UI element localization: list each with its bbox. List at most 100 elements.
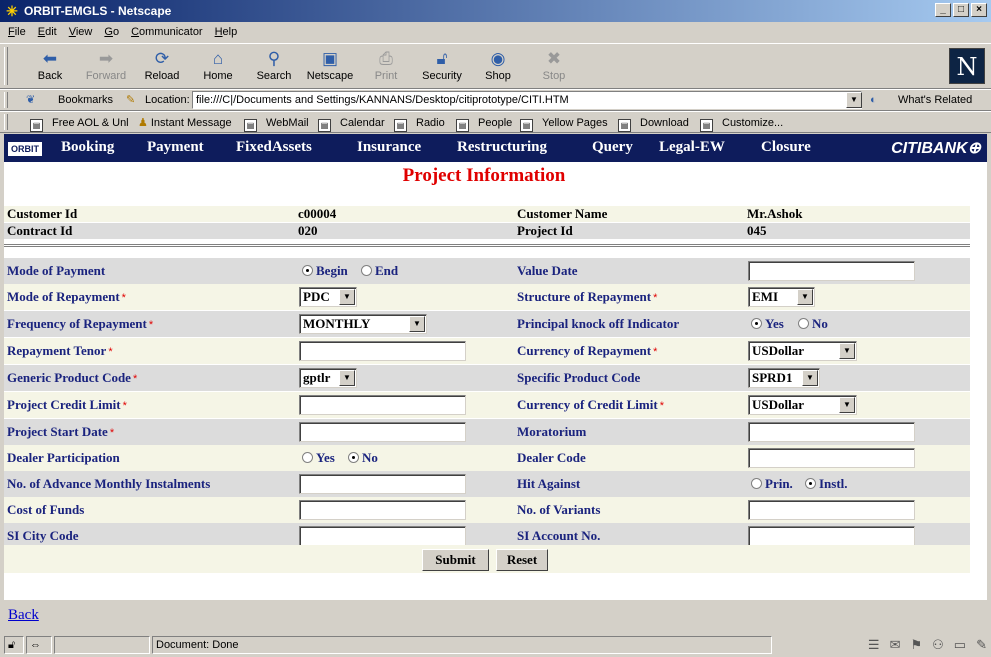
home-button[interactable]: ⌂ Home xyxy=(192,48,244,88)
back-button[interactable]: ⬅ Back xyxy=(24,48,76,88)
status-bar: 🔓︎ ⇔ Document: Done ☰ ✉ ⚑ ⚇ ▭ ✎ xyxy=(0,633,991,657)
app-navbar: ORBIT Booking Payment FixedAssets Insura… xyxy=(4,134,987,162)
mode-of-payment-begin-radio[interactable]: Begin xyxy=(302,263,348,279)
composer-edit-icon[interactable]: ✎ xyxy=(976,637,987,653)
toolbar-grip[interactable] xyxy=(4,47,8,85)
value-date-input[interactable] xyxy=(748,261,915,281)
toolbar-grip[interactable] xyxy=(4,92,8,108)
component-bar: ☰ ✉ ⚑ ⚇ ▭ ✎ xyxy=(868,637,987,653)
bookmark-customize[interactable]: ▤ Customize... xyxy=(700,115,783,132)
nav-legal-ew[interactable]: Legal-EW xyxy=(659,138,725,156)
stop-button[interactable]: ✖ Stop xyxy=(528,48,580,88)
netscape-logo[interactable]: N xyxy=(949,48,985,84)
label-text: Project Start Date xyxy=(7,424,108,439)
currency-of-credit-limit-label: Currency of Credit Limit * xyxy=(517,397,664,414)
newsgroups-icon[interactable]: ⚑ xyxy=(910,637,922,653)
bookmark-instant-message[interactable]: ♟ Instant Message xyxy=(138,115,232,131)
orbit-logo: ORBIT xyxy=(8,142,42,156)
bookmarks-button[interactable]: Bookmarks xyxy=(58,92,113,108)
dealer-participation-yes-radio[interactable]: Yes xyxy=(302,450,335,466)
principal-knock-off-no-radio[interactable]: No xyxy=(798,316,828,332)
frequency-of-repayment-select[interactable]: MONTHLY ▼ xyxy=(299,314,427,334)
url-field[interactable]: file:///C|/Documents and Settings/KANNAN… xyxy=(192,91,862,109)
no-of-variants-input[interactable] xyxy=(748,500,915,520)
currency-of-repayment-select[interactable]: USDollar ▼ xyxy=(748,341,857,361)
toolbar-grip[interactable] xyxy=(4,114,8,130)
mail-icon[interactable]: ✉ xyxy=(890,637,901,653)
button-row: Submit Reset xyxy=(4,545,970,573)
forward-button[interactable]: ➡ Forward xyxy=(80,48,132,88)
si-city-code-input[interactable] xyxy=(299,526,466,546)
principal-knock-off-yes-radio[interactable]: Yes xyxy=(751,316,784,332)
advance-instalments-input[interactable] xyxy=(299,474,466,494)
maximize-button[interactable]: □ xyxy=(953,3,969,17)
print-button[interactable]: ⎙ Print xyxy=(360,48,412,88)
menu-communicator[interactable]: Communicator xyxy=(131,26,203,38)
nav-closure[interactable]: Closure xyxy=(761,138,811,156)
dealer-participation-no-radio[interactable]: No xyxy=(348,450,378,466)
back-link[interactable]: Back xyxy=(8,607,39,624)
project-start-date-input[interactable] xyxy=(299,422,466,442)
url-dropdown-arrow[interactable]: ▼ xyxy=(846,92,862,108)
netscape-button[interactable]: ▣ Netscape xyxy=(304,48,356,88)
close-button[interactable]: × xyxy=(971,3,987,17)
print-icon: ⎙ xyxy=(379,49,393,68)
radio-checked-icon xyxy=(348,452,359,463)
specific-product-code-select[interactable]: SPRD1 ▼ xyxy=(748,368,820,388)
home-icon: ⌂ xyxy=(212,49,224,68)
shop-button[interactable]: ◉ Shop xyxy=(472,48,524,88)
repayment-tenor-input[interactable] xyxy=(299,341,466,361)
location-pin-icon: ✎ xyxy=(126,94,136,106)
bookmark-webmail[interactable]: ▤ WebMail xyxy=(244,115,309,132)
hit-against-label: Hit Against xyxy=(517,476,581,491)
menu-file[interactable]: File xyxy=(8,26,26,38)
address-book-icon[interactable]: ⚇ xyxy=(932,637,944,653)
select-value: EMI xyxy=(752,289,778,304)
netscape-my-icon: ▣ xyxy=(321,49,339,68)
cost-of-funds-input[interactable] xyxy=(299,500,466,520)
si-account-no-input[interactable] xyxy=(748,526,915,546)
structure-of-repayment-select[interactable]: EMI ▼ xyxy=(748,287,815,307)
nav-insurance[interactable]: Insurance xyxy=(357,138,421,156)
nav-query[interactable]: Query xyxy=(592,138,633,156)
nav-restructuring[interactable]: Restructuring xyxy=(457,138,547,156)
reload-button[interactable]: ⟳ Reload xyxy=(136,48,188,88)
nav-payment[interactable]: Payment xyxy=(147,138,204,156)
reset-button[interactable]: Reset xyxy=(496,549,548,571)
moratorium-input[interactable] xyxy=(748,422,915,442)
mode-of-payment-end-radio[interactable]: End xyxy=(361,263,398,279)
search-button[interactable]: ⚲ Search xyxy=(248,48,300,88)
menu-view[interactable]: View xyxy=(69,26,93,38)
bookmark-calendar[interactable]: ▤ Calendar xyxy=(318,115,385,132)
radio-label: Yes xyxy=(765,316,784,331)
currency-of-credit-limit-select[interactable]: USDollar ▼ xyxy=(748,395,857,415)
bookmark-download[interactable]: ▤ Download xyxy=(618,115,689,132)
dealer-code-input[interactable] xyxy=(748,448,915,468)
navigator-icon[interactable]: ☰ xyxy=(868,637,880,653)
menu-help[interactable]: Help xyxy=(215,26,238,38)
menu-edit[interactable]: Edit xyxy=(38,26,57,38)
whats-related-button[interactable]: What's Related xyxy=(898,92,972,108)
hit-against-prin-radio[interactable]: Prin. xyxy=(751,476,793,492)
generic-product-code-select[interactable]: gptlr ▼ xyxy=(299,368,357,388)
security-lock-icon[interactable]: 🔓︎ xyxy=(4,636,24,654)
page-title: Project Information xyxy=(402,165,566,186)
bookmark-yellow-pages[interactable]: ▤ Yellow Pages xyxy=(520,115,608,132)
hit-against-instl-radio[interactable]: Instl. xyxy=(805,476,848,492)
bookmark-people[interactable]: ▤ People xyxy=(456,115,512,132)
project-credit-limit-input[interactable] xyxy=(299,395,466,415)
citibank-logo: CITIBANK⊕ xyxy=(891,138,981,158)
menu-bar: File Edit View Go Communicator Help xyxy=(0,22,991,42)
minimize-button[interactable]: _ xyxy=(935,3,951,17)
submit-button[interactable]: Submit xyxy=(422,549,489,571)
nav-fixedassets[interactable]: FixedAssets xyxy=(236,138,312,156)
bookmark-radio[interactable]: ▤ Radio xyxy=(394,115,445,132)
menu-go[interactable]: Go xyxy=(104,26,119,38)
security-button[interactable]: 🔓︎ Security xyxy=(416,48,468,88)
mode-of-repayment-select[interactable]: PDC ▼ xyxy=(299,287,357,307)
nav-booking[interactable]: Booking xyxy=(61,138,114,156)
composer-icon[interactable]: ▭ xyxy=(954,637,966,653)
bookmark-label: Instant Message xyxy=(150,117,232,129)
location-label: Location: xyxy=(145,94,190,106)
bookmark-free-aol[interactable]: ▤ Free AOL & Unl xyxy=(30,115,129,132)
